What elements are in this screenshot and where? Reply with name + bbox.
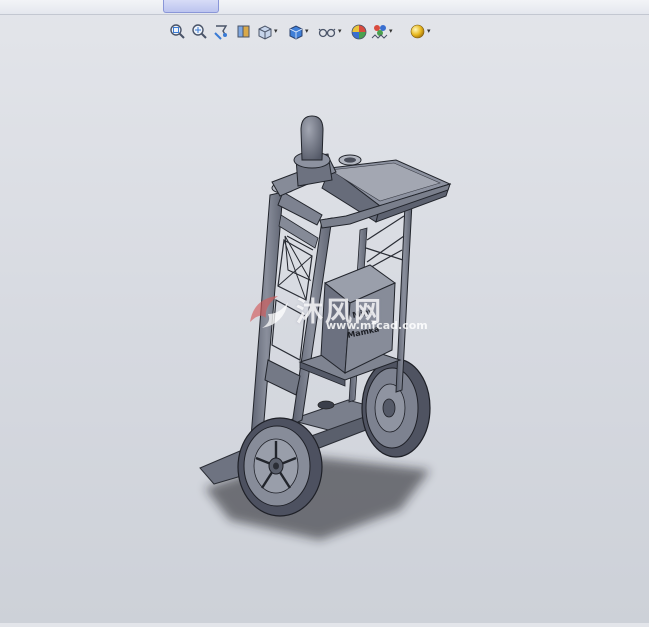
appearance-icon xyxy=(351,24,367,39)
chevron-down-icon: ▾ xyxy=(389,26,393,35)
view-orientation-dropdown[interactable]: ▾ xyxy=(256,22,284,41)
zoom-to-area-icon xyxy=(192,23,207,39)
zoom-to-area-button[interactable] xyxy=(190,22,209,41)
edit-appearance-button[interactable] xyxy=(349,22,368,41)
section-view-icon xyxy=(237,25,250,37)
chevron-down-icon: ▾ xyxy=(427,26,431,35)
display-style-icon xyxy=(289,24,303,40)
scene-icon xyxy=(371,24,388,39)
previous-view-button[interactable] xyxy=(212,22,231,41)
hand-truck-model[interactable]: Mint Mamka xyxy=(0,46,649,623)
front-wheel xyxy=(237,417,323,517)
active-tab[interactable] xyxy=(163,0,219,13)
view-settings-icon xyxy=(410,24,425,38)
chevron-down-icon: ▾ xyxy=(305,26,309,35)
hide-show-items-dropdown[interactable]: ▾ xyxy=(318,22,346,41)
hide-show-icon xyxy=(318,28,336,37)
zoom-to-fit-icon xyxy=(170,23,185,39)
previous-view-icon xyxy=(214,24,228,40)
chevron-down-icon: ▾ xyxy=(338,26,342,35)
rear-wheel xyxy=(361,358,431,458)
zoom-to-fit-button[interactable] xyxy=(168,22,187,41)
display-style-dropdown[interactable]: ▾ xyxy=(287,22,315,41)
view-orientation-icon xyxy=(258,24,272,40)
heads-up-view-toolbar: ▾ ▾ ▾ ▾ ▾ xyxy=(168,20,437,42)
graphics-area[interactable]: Mint Mamka 沐风网 www.mfcad.com xyxy=(0,46,649,623)
chevron-down-icon: ▾ xyxy=(274,26,278,35)
view-settings-dropdown[interactable]: ▾ xyxy=(409,22,437,41)
apply-scene-dropdown[interactable]: ▾ xyxy=(371,22,399,41)
control-stick xyxy=(293,115,333,187)
section-view-button[interactable] xyxy=(234,22,253,41)
window-top-bar xyxy=(0,0,649,15)
